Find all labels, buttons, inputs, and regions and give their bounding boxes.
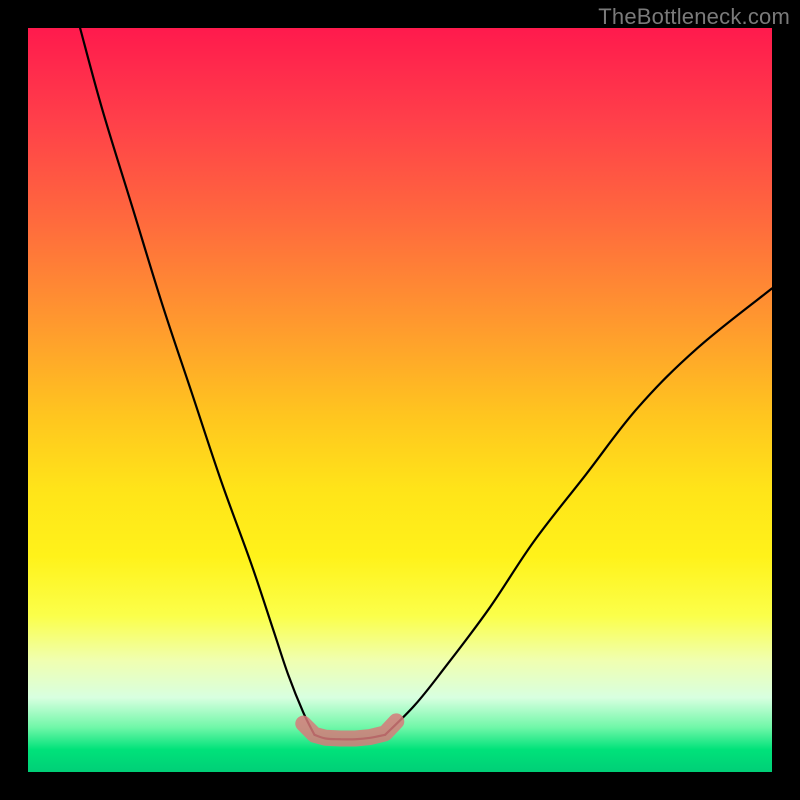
chart-frame: TheBottleneck.com — [0, 0, 800, 800]
watermark-text: TheBottleneck.com — [598, 4, 790, 30]
curve-layer — [28, 28, 772, 772]
curve-right-branch — [385, 288, 772, 734]
plot-area — [28, 28, 772, 772]
valley-markers — [303, 721, 396, 738]
curve-left-branch — [80, 28, 314, 735]
